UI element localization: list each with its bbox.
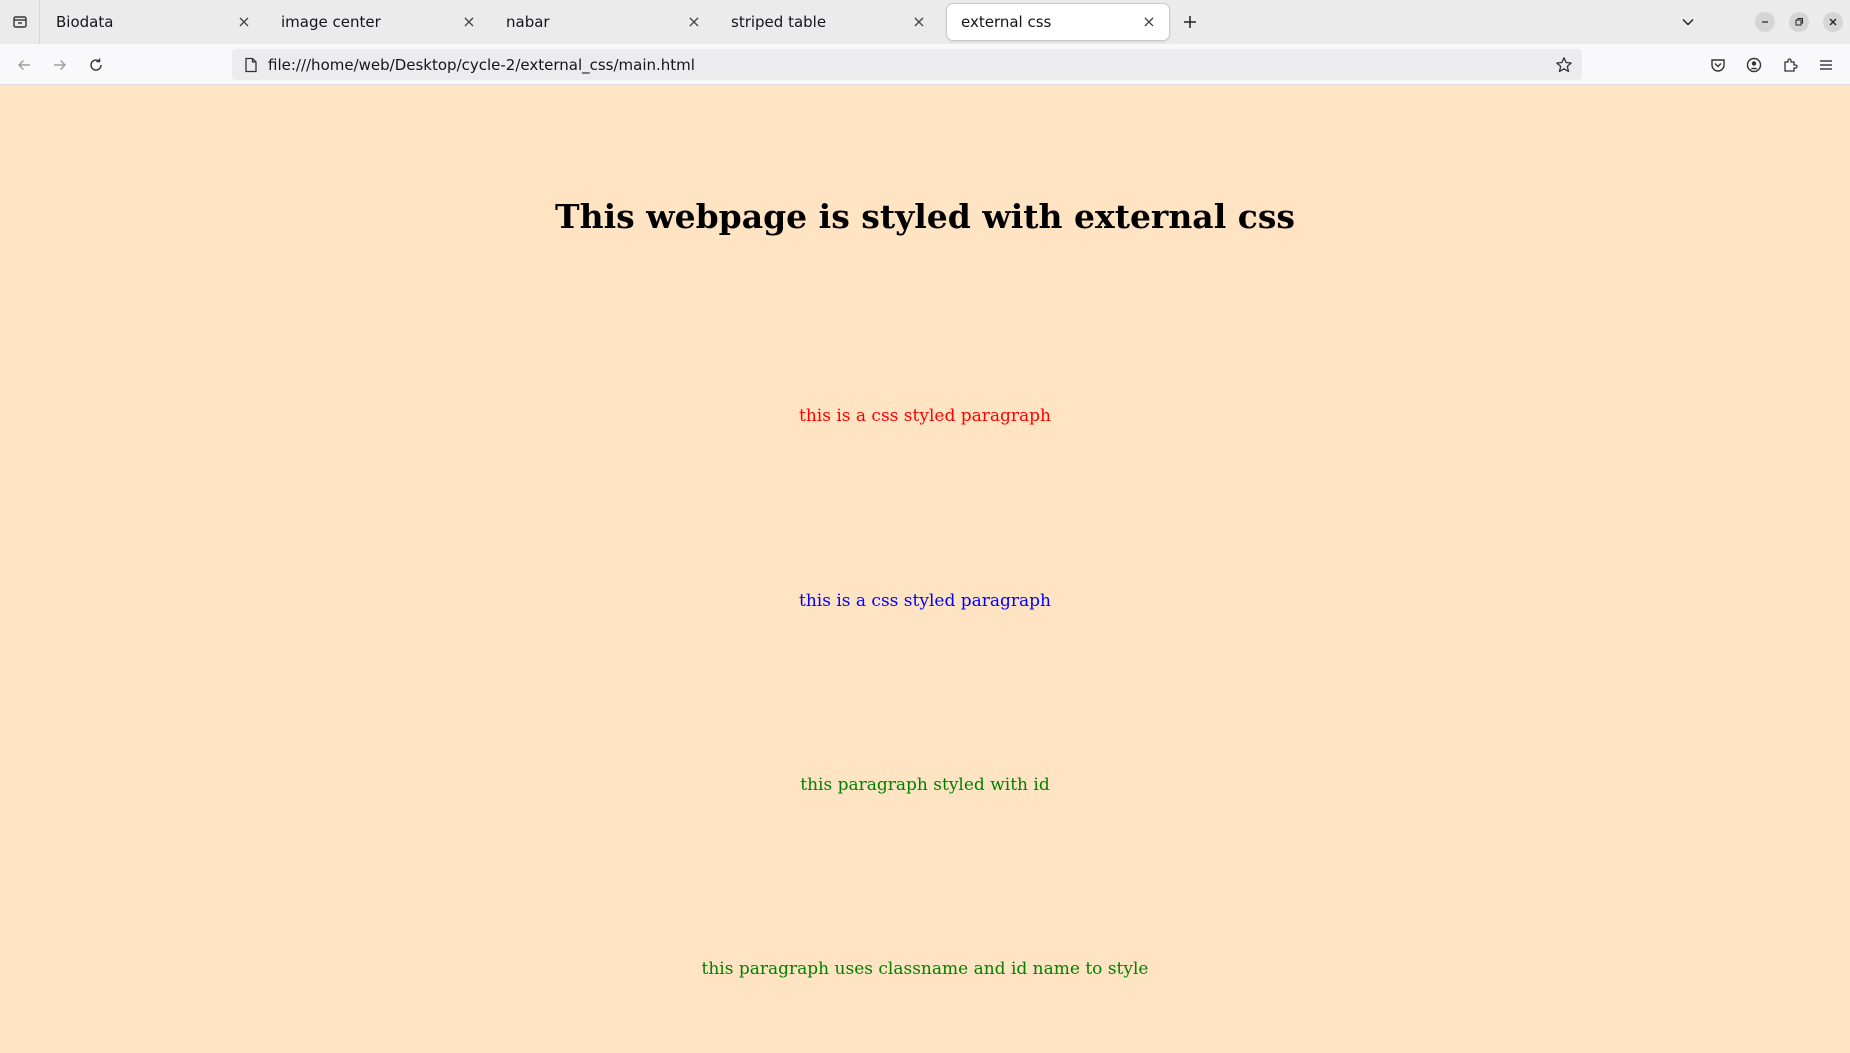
- paragraph-class-and-id-styled: this paragraph uses classname and id nam…: [701, 959, 1149, 979]
- extensions-icon: [1782, 57, 1798, 73]
- close-icon: [1828, 17, 1838, 27]
- tab-close-button[interactable]: ×: [1139, 12, 1159, 32]
- tab-label: nabar: [506, 13, 550, 31]
- tab-strip: Biodata × image center × nabar × striped…: [0, 0, 1850, 44]
- close-icon: ×: [1142, 12, 1156, 31]
- tab-biodata[interactable]: Biodata ×: [42, 4, 264, 40]
- tab-list-icon: [12, 14, 28, 30]
- close-icon: ×: [237, 12, 251, 31]
- reload-icon: [88, 57, 104, 73]
- plus-icon: [1182, 14, 1198, 30]
- close-window-button[interactable]: [1823, 12, 1843, 32]
- account-button[interactable]: [1740, 51, 1768, 79]
- back-arrow-icon: [16, 57, 32, 73]
- tab-image-center[interactable]: image center ×: [267, 4, 489, 40]
- forward-arrow-icon: [52, 57, 68, 73]
- tab-list-button[interactable]: [0, 0, 40, 44]
- pocket-button[interactable]: [1704, 51, 1732, 79]
- forward-button[interactable]: [46, 51, 74, 79]
- bookmark-button[interactable]: [1546, 49, 1582, 80]
- page-heading: This webpage is styled with external css: [555, 197, 1295, 236]
- back-button[interactable]: [10, 51, 38, 79]
- tab-close-button[interactable]: ×: [909, 12, 929, 32]
- restore-button[interactable]: [1789, 12, 1809, 32]
- extensions-button[interactable]: [1776, 51, 1804, 79]
- paragraph-id-styled: this paragraph styled with id: [800, 775, 1050, 795]
- tab-close-button[interactable]: ×: [234, 12, 254, 32]
- tab-close-button[interactable]: ×: [459, 12, 479, 32]
- tab-striped-table[interactable]: striped table ×: [717, 4, 939, 40]
- restore-icon: [1794, 17, 1804, 27]
- page-icon: [236, 49, 266, 80]
- minimize-button[interactable]: [1755, 12, 1775, 32]
- list-all-tabs-button[interactable]: [1674, 8, 1702, 36]
- pocket-icon: [1710, 57, 1726, 73]
- close-icon: ×: [687, 12, 701, 31]
- url-text[interactable]: file:///home/web/Desktop/cycle-2/externa…: [268, 56, 1546, 74]
- close-icon: ×: [462, 12, 476, 31]
- address-bar[interactable]: file:///home/web/Desktop/cycle-2/externa…: [232, 49, 1582, 80]
- tab-nabar[interactable]: nabar ×: [492, 4, 714, 40]
- paragraph-red: this is a css styled paragraph: [798, 406, 1052, 426]
- tab-label: striped table: [731, 13, 827, 31]
- close-icon: ×: [912, 12, 926, 31]
- chevron-down-icon: [1680, 14, 1696, 30]
- account-icon: [1746, 57, 1762, 73]
- tab-external-css[interactable]: external css ×: [947, 4, 1169, 40]
- menu-button[interactable]: [1812, 51, 1840, 79]
- tab-label: external css: [961, 13, 1052, 31]
- tab-label: image center: [281, 13, 381, 31]
- page-content: This webpage is styled with external css…: [0, 85, 1850, 1053]
- navigation-toolbar: file:///home/web/Desktop/cycle-2/externa…: [0, 44, 1850, 85]
- star-icon: [1555, 56, 1573, 74]
- tab-close-button[interactable]: ×: [684, 12, 704, 32]
- new-tab-button[interactable]: [1176, 8, 1204, 36]
- reload-button[interactable]: [82, 51, 110, 79]
- paragraph-blue: this is a css styled paragraph: [798, 591, 1052, 611]
- hamburger-menu-icon: [1818, 57, 1834, 73]
- tab-label: Biodata: [56, 13, 114, 31]
- minimize-icon: [1760, 17, 1770, 27]
